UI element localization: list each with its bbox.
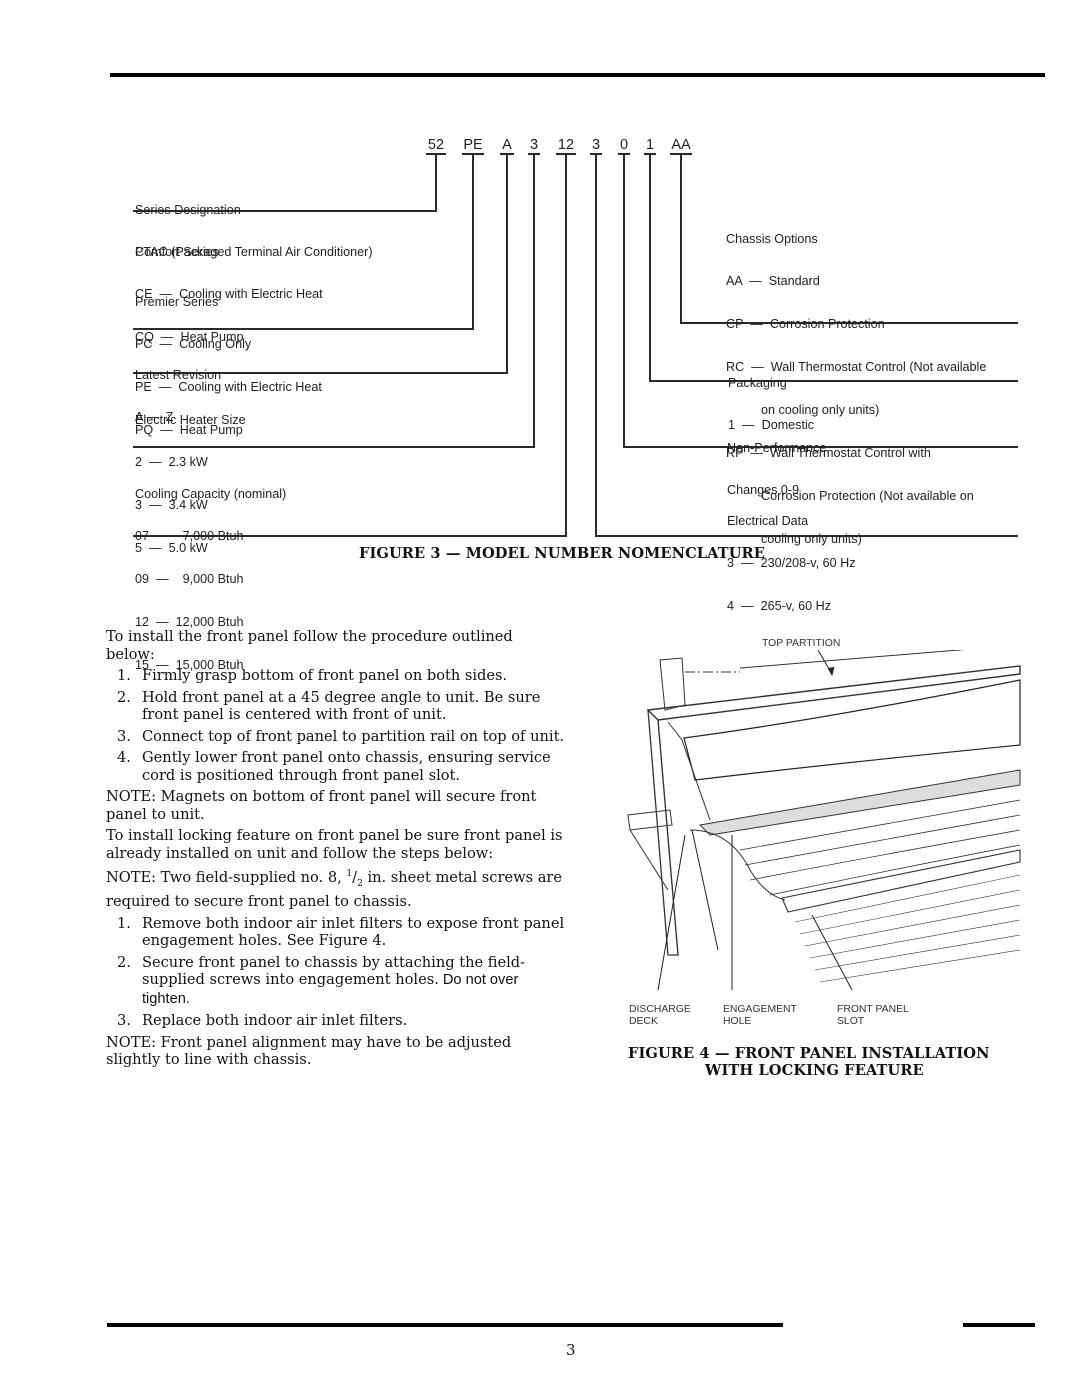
engagement-band <box>698 769 1021 836</box>
label-front-panel-slot: FRONT PANEL SLOT <box>837 1004 909 1027</box>
figure-3-caption: FIGURE 3 — MODEL NUMBER NOMENCLATURE <box>359 545 766 562</box>
install-steps: 1. Firmly grasp bottom of front panel on … <box>106 667 566 784</box>
chassis-side-bracket <box>659 657 686 711</box>
service-cord <box>689 829 786 901</box>
connector-line <box>565 153 567 536</box>
locking-step: 1. Remove both indoor air inlet filters t… <box>117 914 565 950</box>
model-code-revision: A <box>502 137 512 153</box>
group-title: Premier Series <box>135 294 219 309</box>
model-code-electrical: 3 <box>591 137 601 153</box>
label-top-partition: TOP PARTITION <box>762 638 841 649</box>
group-title: Electric Heater Size <box>135 412 246 427</box>
group-title: Electrical Data <box>727 513 809 528</box>
model-code-packaging: 1 <box>645 137 655 153</box>
install-intro: To install the front panel follow the pr… <box>106 628 513 663</box>
install-step: 1. Firmly grasp bottom of front panel on … <box>117 667 508 684</box>
group-title: Packaging <box>728 375 787 390</box>
install-step: 3. Connect top of front panel to partitio… <box>117 727 565 745</box>
discharge-deck-pointer <box>657 834 686 991</box>
group-title: Series Designation <box>135 202 241 217</box>
figure-4-caption-line-2: WITH LOCKING FEATURE <box>705 1062 924 1079</box>
label-engagement-hole: ENGAGEMENT HOLE <box>723 1004 797 1027</box>
group-line: 07 — 7,000 Btuh <box>135 529 244 544</box>
install-step: 2. Hold front panel at a 45 degree angle … <box>117 688 541 724</box>
group-title: Cooling Capacity (nominal) <box>135 486 287 501</box>
connector-line <box>595 153 597 536</box>
header-rule <box>110 73 1045 77</box>
front-panel-illustration <box>627 650 1021 991</box>
instructions-column: To install the front panel follow the pr… <box>106 628 566 1073</box>
locking-intro: To install locking feature on front pane… <box>106 827 563 862</box>
model-code-heater: 3 <box>529 137 539 153</box>
page-number: 3 <box>566 1341 576 1359</box>
locking-step: 3. Replace both indoor air inlet filters. <box>117 1012 408 1030</box>
connector-line <box>623 153 625 447</box>
model-code-chassis: AA <box>671 137 691 153</box>
electrical-data-group: Electrical Data 3 — 230/208-v, 60 Hz 4 —… <box>727 485 856 642</box>
note-alignment: NOTE: Front panel alignment may have to … <box>106 1033 512 1069</box>
front-panel-slot-bar <box>781 849 1021 913</box>
group-title: Chassis Options <box>726 231 818 246</box>
model-code-nonperformance: 0 <box>619 137 629 153</box>
label-discharge-deck: DISCHARGE DECK <box>629 1004 691 1027</box>
group-line: AA — Standard <box>726 274 820 289</box>
connector-line <box>649 153 651 381</box>
discharge-deck-pointer-2 <box>691 829 719 951</box>
group-title: Latest Revision <box>135 367 222 382</box>
locking-step: 2. Secure front panel to chassis by attac… <box>117 953 526 1007</box>
install-step: 4. Gently lower front panel onto chassis,… <box>117 749 551 784</box>
model-code-capacity: 12 <box>557 137 575 153</box>
group-line: CP — Corrosion Protection <box>726 317 885 332</box>
model-code-product: PE <box>463 137 483 153</box>
connector-line <box>472 153 474 329</box>
group-title: Non-Performance <box>727 440 827 455</box>
connector-line <box>506 153 508 373</box>
connector-line <box>680 153 682 323</box>
model-code-series: 52 <box>427 137 445 153</box>
note-magnets: NOTE: Magnets on bottom of front panel w… <box>106 788 537 823</box>
group-title: Comfort Series <box>135 244 219 259</box>
front-panel-slot-pointer <box>811 914 853 991</box>
footer-rule-left <box>107 1323 783 1327</box>
group-line: 09 — 9,000 Btuh <box>135 572 244 587</box>
group-line: 4 — 265-v, 60 Hz <box>727 599 832 614</box>
note-screws: NOTE: Two field-supplied no. 8, 1/2 in. … <box>106 868 563 911</box>
connector-line <box>533 153 535 447</box>
footer-rule-right <box>963 1323 1035 1327</box>
figure-4-caption-line-1: FIGURE 4 — FRONT PANEL INSTALLATION <box>628 1045 990 1062</box>
locking-steps: 1. Remove both indoor air inlet filters t… <box>106 915 566 1030</box>
connector-line <box>435 153 437 211</box>
